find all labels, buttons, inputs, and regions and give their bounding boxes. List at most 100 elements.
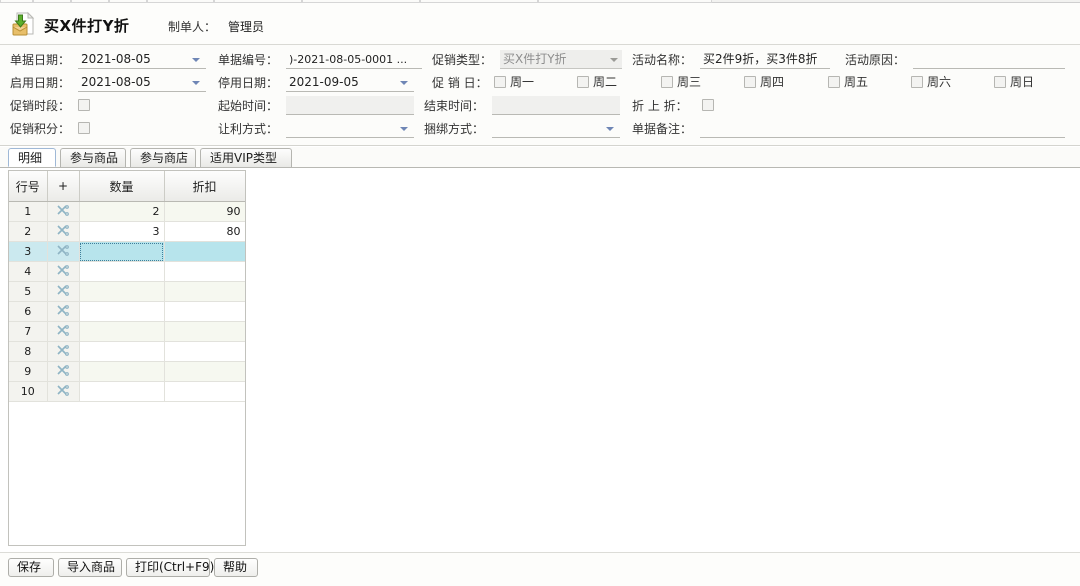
scissors-icon[interactable]: [57, 324, 69, 336]
discount-cell[interactable]: [164, 381, 245, 402]
import-goods-button[interactable]: 导入商品: [58, 558, 122, 577]
table-row[interactable]: 1 2 90: [9, 201, 245, 222]
quantity-cell[interactable]: [79, 241, 165, 262]
weekday-checkbox-4[interactable]: [828, 76, 840, 88]
doc-remark-input[interactable]: [700, 119, 1065, 138]
row-action-cell[interactable]: [47, 341, 80, 362]
row-action-cell[interactable]: [47, 241, 80, 262]
row-number-cell[interactable]: 9: [9, 361, 48, 382]
print-button[interactable]: 打印(Ctrl+F9): [126, 558, 214, 577]
tab-products[interactable]: 参与商品: [60, 148, 126, 167]
table-row[interactable]: 6: [9, 301, 245, 322]
scissors-icon[interactable]: [57, 224, 69, 236]
scissors-icon[interactable]: [57, 284, 69, 296]
row-number-cell[interactable]: 6: [9, 301, 48, 322]
row-action-cell[interactable]: [47, 301, 80, 322]
discount-cell[interactable]: [164, 321, 245, 342]
promo-type-select[interactable]: 买X件打Y折: [500, 50, 622, 69]
promo-points-checkbox[interactable]: [78, 122, 90, 134]
quantity-cell[interactable]: [79, 301, 165, 322]
stop-date-input[interactable]: 2021-09-05: [286, 73, 414, 92]
weekday-checkbox-6[interactable]: [994, 76, 1006, 88]
scissors-icon[interactable]: [57, 384, 69, 396]
discount-cell[interactable]: 80: [164, 221, 245, 242]
quantity-cell[interactable]: 3: [79, 221, 165, 242]
discount-cell[interactable]: [164, 341, 245, 362]
discount-cell[interactable]: 90: [164, 201, 245, 222]
column-header-add[interactable]: +: [47, 171, 80, 202]
tab-detail[interactable]: 明细: [8, 148, 56, 167]
row-number-cell[interactable]: 5: [9, 281, 48, 302]
table-row[interactable]: 4: [9, 261, 245, 282]
row-number-cell[interactable]: 3: [9, 241, 48, 262]
row-number-cell[interactable]: 10: [9, 381, 48, 402]
chevron-down-icon[interactable]: [192, 81, 200, 85]
table-row[interactable]: 3: [9, 241, 245, 262]
row-action-cell[interactable]: [47, 261, 80, 282]
row-action-cell[interactable]: [47, 221, 80, 242]
quantity-cell[interactable]: [79, 281, 165, 302]
weekday-checkbox-1[interactable]: [577, 76, 589, 88]
chevron-down-icon[interactable]: [606, 127, 614, 131]
row-action-cell[interactable]: [47, 321, 80, 342]
promo-period-checkbox[interactable]: [78, 99, 90, 111]
row-action-cell[interactable]: [47, 381, 80, 402]
chevron-down-icon[interactable]: [192, 58, 200, 62]
tab-stores[interactable]: 参与商店: [130, 148, 196, 167]
table-row[interactable]: 9: [9, 361, 245, 382]
table-row[interactable]: 7: [9, 321, 245, 342]
quantity-cell[interactable]: [79, 361, 165, 382]
chevron-down-icon[interactable]: [400, 127, 408, 131]
discount-cell[interactable]: [164, 261, 245, 282]
table-row[interactable]: 10: [9, 381, 245, 402]
row-action-cell[interactable]: [47, 361, 80, 382]
scissors-icon[interactable]: [57, 364, 69, 376]
start-time-input[interactable]: [286, 96, 414, 115]
quantity-cell[interactable]: [79, 381, 165, 402]
scissors-icon[interactable]: [57, 204, 69, 216]
quantity-cell[interactable]: 2: [79, 201, 165, 222]
help-button[interactable]: 帮助: [214, 558, 258, 577]
scissors-icon[interactable]: [57, 264, 69, 276]
scissors-icon[interactable]: [57, 304, 69, 316]
row-number-cell[interactable]: 1: [9, 201, 48, 222]
doc-date-input[interactable]: 2021-08-05: [78, 50, 206, 69]
column-header-discount[interactable]: 折扣: [164, 171, 245, 202]
end-time-input[interactable]: [492, 96, 620, 115]
tab-vip-types[interactable]: 适用VIP类型: [200, 148, 292, 167]
profit-mode-select[interactable]: [286, 119, 414, 138]
row-action-cell[interactable]: [47, 201, 80, 222]
row-action-cell[interactable]: [47, 281, 80, 302]
save-button[interactable]: 保存: [8, 558, 54, 577]
column-header-quantity[interactable]: 数量: [79, 171, 165, 202]
activity-reason-input[interactable]: [913, 50, 1065, 69]
scissors-icon[interactable]: [57, 244, 69, 256]
discount-cell[interactable]: [164, 241, 245, 262]
discount-cell[interactable]: [164, 281, 245, 302]
column-header-row-no[interactable]: 行号: [9, 171, 48, 202]
row-number-cell[interactable]: 2: [9, 221, 48, 242]
discount-cell[interactable]: [164, 361, 245, 382]
start-date-input[interactable]: 2021-08-05: [78, 73, 206, 92]
discount-cell[interactable]: [164, 301, 245, 322]
chevron-down-icon[interactable]: [400, 81, 408, 85]
table-row[interactable]: 2 3 80: [9, 221, 245, 242]
quantity-cell[interactable]: [79, 261, 165, 282]
row-number-cell[interactable]: 7: [9, 321, 48, 342]
chevron-down-icon[interactable]: [610, 58, 618, 62]
table-row[interactable]: 8: [9, 341, 245, 362]
quantity-cell[interactable]: [79, 321, 165, 342]
row-number-cell[interactable]: 8: [9, 341, 48, 362]
quantity-cell[interactable]: [79, 341, 165, 362]
scissors-icon[interactable]: [57, 344, 69, 356]
weekday-checkbox-5[interactable]: [911, 76, 923, 88]
extra-discount-checkbox[interactable]: [702, 99, 714, 111]
bundle-mode-select[interactable]: [492, 119, 620, 138]
weekday-checkbox-3[interactable]: [744, 76, 756, 88]
weekday-checkbox-2[interactable]: [661, 76, 673, 88]
table-row[interactable]: 5: [9, 281, 245, 302]
row-number-cell[interactable]: 4: [9, 261, 48, 282]
doc-no-input[interactable]: )-2021-08-05-0001 ...: [286, 50, 422, 69]
weekday-checkbox-0[interactable]: [494, 76, 506, 88]
activity-name-input[interactable]: 买2件9折，买3件8折: [700, 50, 830, 69]
